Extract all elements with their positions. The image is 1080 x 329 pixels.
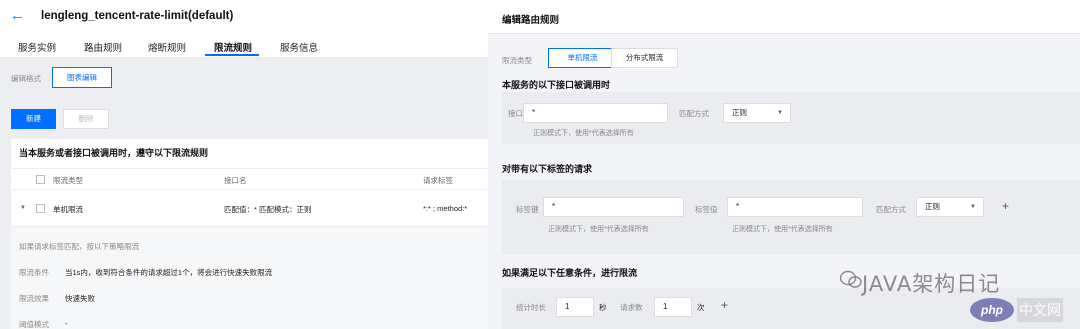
delete-button[interactable]: 删除 bbox=[63, 109, 109, 129]
tab-circuit-breaker-rules[interactable]: 熔断规则 bbox=[148, 40, 186, 54]
cn-net-badge: 中文网 bbox=[1017, 298, 1063, 322]
php-badge: php bbox=[970, 298, 1014, 322]
table-header: 限流类型 接口名 请求标签 bbox=[11, 168, 488, 190]
tab-bar: 服务实例 路由规则 熔断规则 限流规则 服务信息 bbox=[0, 37, 488, 57]
page-title: lengleng_tencent-rate-limit(default) bbox=[41, 10, 234, 22]
table-row[interactable]: ▼ 单机限流 匹配值：* 匹配模式：正则 *:* ; method:* bbox=[11, 193, 488, 227]
match-label: 匹配方式 bbox=[679, 109, 709, 118]
mode-value: - bbox=[65, 319, 68, 328]
column-header-interface: 接口名 bbox=[224, 176, 247, 185]
match2-select[interactable]: 正则 ▼ bbox=[916, 197, 984, 217]
row-detail: 如果请求标签匹配，按以下策略限流 限流条件 当1s内，收到符合条件的请求超过1个… bbox=[11, 227, 488, 329]
tags-box: 标签键 * 标签值 * 匹配方式 正则 ▼ + 正则模式下，使用*代表选择所有 … bbox=[502, 180, 1080, 254]
left-panel: ← lengleng_tencent-rate-limit(default) 服… bbox=[0, 0, 488, 329]
count-unit: 次 bbox=[697, 303, 705, 312]
tag-key-hint: 正则模式下，使用*代表选择所有 bbox=[548, 226, 649, 233]
count-label: 请求数 bbox=[620, 303, 643, 312]
select-all-checkbox[interactable] bbox=[36, 175, 45, 184]
match2-label: 匹配方式 bbox=[876, 205, 906, 214]
expand-caret-icon[interactable]: ▼ bbox=[20, 205, 26, 211]
tab-route-rules[interactable]: 路由规则 bbox=[84, 40, 122, 54]
rule-card: 当本服务或者接口被调用时，遵守以下限流规则 限流类型 接口名 请求标签 ▼ 单机… bbox=[11, 139, 488, 329]
count-input[interactable]: 1 bbox=[654, 297, 692, 317]
regex-hint: 正则模式下，使用*代表选择所有 bbox=[533, 130, 634, 137]
panel-title: 编辑路由规则 bbox=[502, 15, 560, 26]
standalone-limit-option[interactable]: 单机限流 bbox=[548, 48, 617, 68]
edit-format-label: 编辑格式 bbox=[11, 74, 41, 83]
chevron-down-icon: ▼ bbox=[970, 204, 976, 210]
arrow-left-icon[interactable]: ← bbox=[10, 8, 25, 23]
condition-label: 限流条件 bbox=[19, 268, 49, 277]
match-select[interactable]: 正则 ▼ bbox=[723, 103, 791, 123]
row-checkbox[interactable] bbox=[36, 204, 45, 213]
cell-tags: *:* ; method:* bbox=[423, 204, 468, 213]
active-tab-indicator bbox=[205, 54, 259, 56]
section-interface-title: 本服务的以下接口被调用时 bbox=[502, 80, 611, 90]
duration-label: 统计时长 bbox=[516, 303, 546, 312]
tag-key-label: 标签键 bbox=[516, 205, 539, 214]
interface-input[interactable]: * bbox=[523, 103, 668, 123]
chart-edit-button[interactable]: 图表编辑 bbox=[52, 67, 112, 88]
tag-value-input[interactable]: * bbox=[727, 197, 863, 217]
cell-type: 单机限流 bbox=[53, 205, 83, 214]
tab-service-info[interactable]: 服务信息 bbox=[280, 40, 318, 54]
match2-select-value: 正则 bbox=[925, 202, 940, 211]
new-button[interactable]: 新建 bbox=[11, 109, 56, 129]
add-tag-icon[interactable]: + bbox=[1002, 200, 1009, 212]
watermark: JAVA架构日记 php 中文网 bbox=[840, 268, 1080, 328]
condition-value: 当1s内，收到符合条件的请求超过1个，将会进行快速失败限流 bbox=[65, 268, 273, 277]
duration-input[interactable]: 1 bbox=[556, 297, 594, 317]
match-select-value: 正则 bbox=[732, 108, 747, 117]
interface-box: 接口 * 匹配方式 正则 ▼ 正则模式下，使用*代表选择所有 bbox=[502, 92, 1080, 144]
watermark-text: JAVA架构日记 bbox=[862, 272, 1001, 296]
type-label: 限流类型 bbox=[502, 56, 532, 65]
tag-key-input[interactable]: * bbox=[543, 197, 684, 217]
column-header-tags: 请求标签 bbox=[423, 176, 453, 185]
tag-value-hint: 正则模式下，使用*代表选择所有 bbox=[732, 226, 833, 233]
tag-value-label: 标签值 bbox=[695, 205, 718, 214]
tab-rate-limit-rules[interactable]: 限流规则 bbox=[214, 40, 252, 54]
interface-label: 接口 bbox=[508, 109, 523, 118]
wechat-icon bbox=[840, 270, 862, 288]
mode-label: 阈值模式 bbox=[19, 320, 49, 329]
detail-hint: 如果请求标签匹配，按以下策略限流 bbox=[19, 242, 139, 251]
column-header-type: 限流类型 bbox=[53, 176, 83, 185]
effect-value: 快速失败 bbox=[65, 294, 95, 303]
cell-interface: 匹配值：* 匹配模式：正则 bbox=[224, 205, 312, 214]
add-condition-icon[interactable]: + bbox=[721, 299, 728, 311]
tab-service-instances[interactable]: 服务实例 bbox=[18, 40, 56, 54]
card-title: 当本服务或者接口被调用时，遵守以下限流规则 bbox=[19, 148, 209, 158]
duration-unit: 秒 bbox=[599, 303, 607, 312]
section-condition-title: 如果满足以下任意条件，进行限流 bbox=[502, 268, 638, 278]
section-tags-title: 对带有以下标签的请求 bbox=[502, 164, 593, 174]
distributed-limit-option[interactable]: 分布式限流 bbox=[611, 48, 678, 68]
service-header: ← lengleng_tencent-rate-limit(default) 服… bbox=[0, 0, 488, 57]
effect-label: 限流效果 bbox=[19, 294, 49, 303]
chevron-down-icon: ▼ bbox=[777, 110, 783, 116]
